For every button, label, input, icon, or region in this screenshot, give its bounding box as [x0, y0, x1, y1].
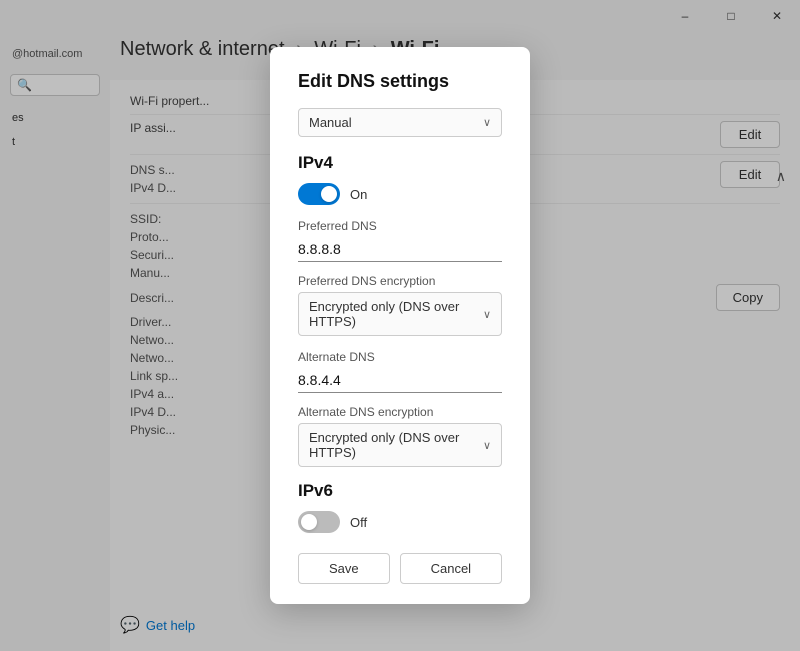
ipv6-heading: IPv6	[298, 481, 502, 501]
ipv4-toggle[interactable]	[298, 183, 340, 205]
alternate-enc-label: Alternate DNS encryption	[298, 405, 502, 419]
ipv6-toggle-label: Off	[350, 515, 367, 530]
edit-dns-dialog: Edit DNS settings Manual ∨ IPv4 On Prefe…	[270, 47, 530, 604]
save-button[interactable]: Save	[298, 553, 390, 584]
preferred-dns-input[interactable]	[298, 237, 502, 262]
preferred-enc-value: Encrypted only (DNS over HTTPS)	[309, 299, 483, 329]
chevron-down-icon-3: ∨	[483, 439, 491, 452]
alternate-dns-input[interactable]	[298, 368, 502, 393]
toggle-knob-ipv6	[301, 514, 317, 530]
ipv6-toggle-row: Off	[298, 511, 502, 533]
ipv6-toggle[interactable]	[298, 511, 340, 533]
ipv4-toggle-label: On	[350, 187, 367, 202]
preferred-dns-label: Preferred DNS	[298, 219, 502, 233]
ipv4-heading: IPv4	[298, 153, 502, 173]
modal-overlay: Edit DNS settings Manual ∨ IPv4 On Prefe…	[0, 0, 800, 651]
alternate-enc-dropdown[interactable]: Encrypted only (DNS over HTTPS) ∨	[298, 423, 502, 467]
preferred-enc-dropdown[interactable]: Encrypted only (DNS over HTTPS) ∨	[298, 292, 502, 336]
chevron-down-icon-2: ∨	[483, 308, 491, 321]
dialog-title: Edit DNS settings	[298, 71, 502, 92]
cancel-button[interactable]: Cancel	[400, 553, 502, 584]
dns-mode-value: Manual	[309, 115, 352, 130]
toggle-knob	[321, 186, 337, 202]
preferred-enc-label: Preferred DNS encryption	[298, 274, 502, 288]
dialog-footer: Save Cancel	[298, 553, 502, 584]
dns-mode-dropdown[interactable]: Manual ∨	[298, 108, 502, 137]
alternate-enc-value: Encrypted only (DNS over HTTPS)	[309, 430, 483, 460]
chevron-down-icon: ∨	[483, 116, 491, 129]
ipv4-toggle-row: On	[298, 183, 502, 205]
alternate-dns-label: Alternate DNS	[298, 350, 502, 364]
